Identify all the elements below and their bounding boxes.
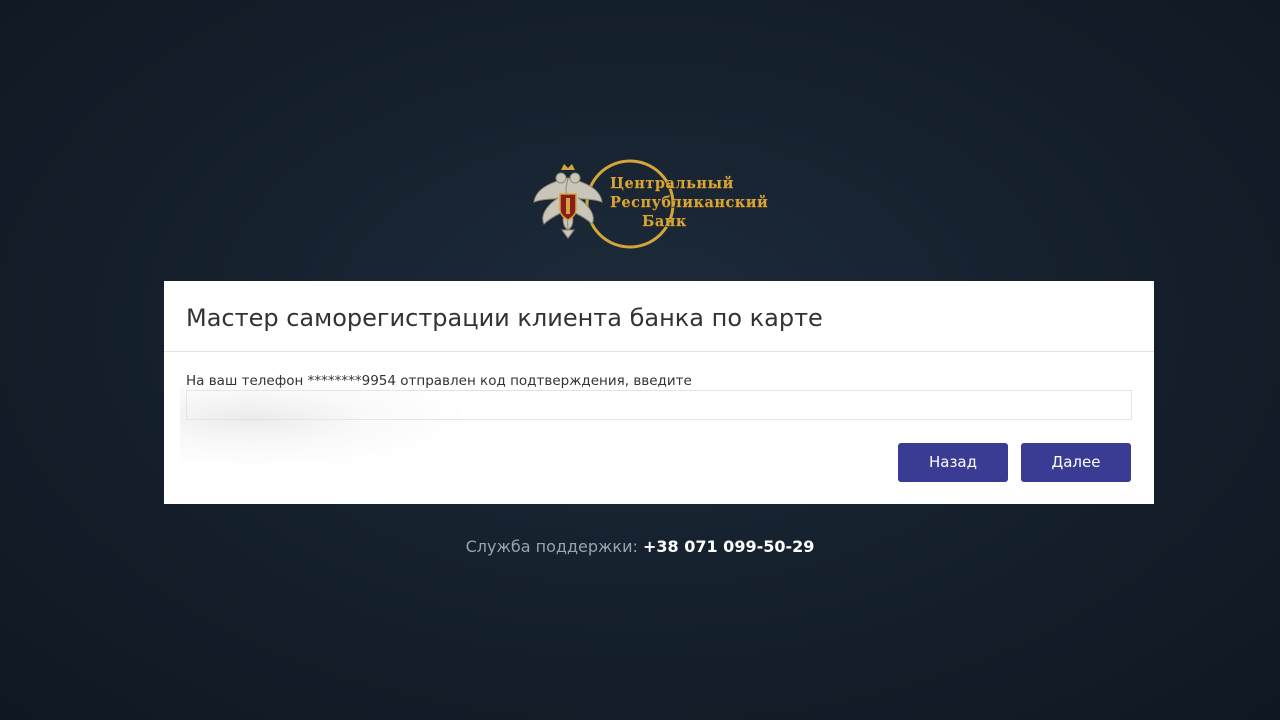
support-info: Служба поддержки: +38 071 099-50-29 (0, 537, 1280, 556)
support-phone[interactable]: +38 071 099-50-29 (643, 537, 814, 556)
logo-wordmark: Центральный Республиканский Банк (610, 174, 768, 231)
confirmation-code-input[interactable] (186, 390, 1132, 420)
logo-line-3: Банк (642, 213, 687, 230)
next-button[interactable]: Далее (1021, 443, 1131, 482)
bank-logo: Центральный Республиканский Банк (530, 158, 790, 250)
card-header: Мастер саморегистрации клиента банка по … (164, 281, 1154, 352)
confirmation-instruction: На ваш телефон ********9954 отправлен ко… (186, 373, 692, 389)
support-label: Служба поддержки: (465, 537, 638, 556)
logo-line-2: Республиканский (610, 194, 769, 211)
registration-wizard-card: Мастер саморегистрации клиента банка по … (164, 281, 1154, 504)
wizard-title: Мастер саморегистрации клиента банка по … (186, 304, 823, 332)
logo-line-1: Центральный (610, 175, 734, 192)
back-button[interactable]: Назад (898, 443, 1008, 482)
